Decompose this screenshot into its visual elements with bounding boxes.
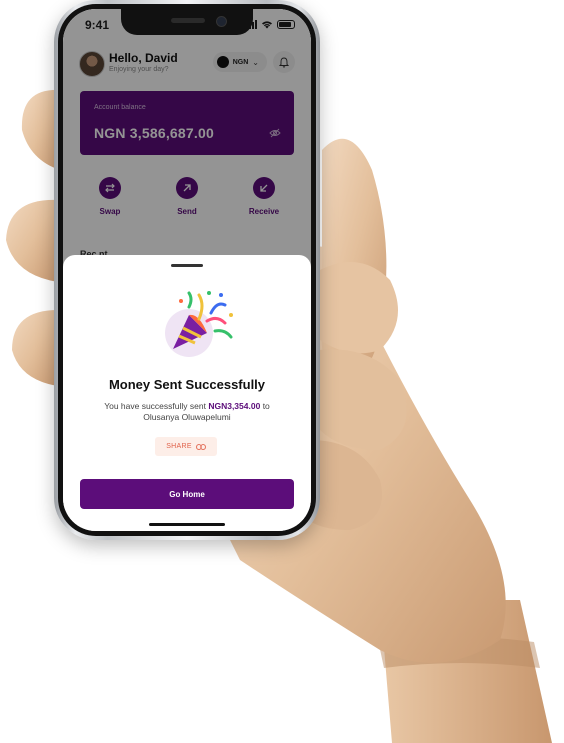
- phone-frame: 9:41 Hello, David Enjoying your day? NGN…: [54, 0, 320, 540]
- recipient-name: Olusanya Oluwapelumi: [143, 412, 231, 422]
- sheet-drag-handle[interactable]: [171, 264, 203, 267]
- go-home-button[interactable]: Go Home: [80, 479, 294, 509]
- speaker: [171, 18, 205, 23]
- success-bottom-sheet: Money Sent Successfully You have success…: [63, 255, 311, 531]
- share-button[interactable]: SHARE: [155, 437, 217, 456]
- message-prefix: You have successfully sent: [104, 401, 206, 411]
- wifi-icon: [262, 20, 272, 28]
- party-popper-icon: [165, 291, 233, 357]
- front-camera: [216, 16, 227, 27]
- status-icons: [246, 19, 295, 29]
- battery-icon: [277, 19, 295, 29]
- home-indicator[interactable]: [149, 523, 225, 526]
- phone-screen: 9:41 Hello, David Enjoying your day? NGN…: [63, 9, 311, 531]
- modal-title: Money Sent Successfully: [108, 377, 266, 392]
- sent-amount: NGN3,354.00: [208, 401, 261, 411]
- message-suffix: to: [262, 401, 270, 411]
- modal-message: You have successfully sent NGN3,354.00 t…: [83, 401, 291, 423]
- notch: [121, 9, 253, 35]
- status-time: 9:41: [85, 18, 110, 32]
- share-label: SHARE: [166, 443, 192, 450]
- link-icon: [195, 443, 206, 450]
